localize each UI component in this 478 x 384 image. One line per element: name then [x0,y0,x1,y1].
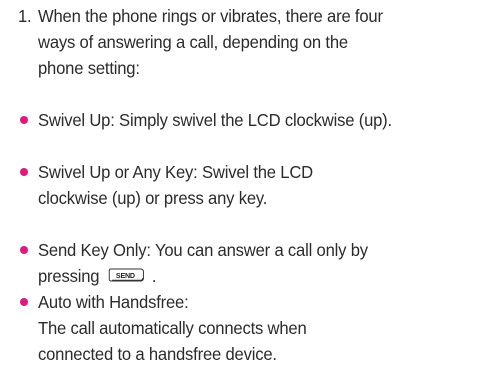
option-send-key-period: . [151,266,157,286]
bullet-icon [20,116,28,124]
option-auto-handsfree-line-2: The call automatically connects when [38,318,307,338]
intro-line-3: phone setting: [38,58,140,78]
send-key-label: SEND [116,271,135,280]
option-swivel-any-key-line-1: Swivel Up or Any Key: Swivel the LCD [38,162,313,182]
option-auto-handsfree-line-1: Auto with Handsfree: [38,292,189,312]
option-send-key-text: pressing [38,266,100,286]
option-swivel-any-key-line-2: clockwise (up) or press any key. [38,188,268,208]
intro-line-1: When the phone rings or vibrates, there … [38,6,383,26]
option-auto-handsfree-line-3: connected to a handsfree device. [38,344,277,364]
option-swivel-up: Swivel Up: Simply swivel the LCD clockwi… [38,110,392,130]
bullet-icon [20,246,28,254]
intro-line-2: ways of answering a call, depending on t… [38,32,348,52]
send-key-icon: SEND [108,268,146,282]
option-send-key-line-1: Send Key Only: You can answer a call onl… [38,240,368,260]
manual-page: 1. When the phone rings or vibrates, the… [0,0,478,384]
bullet-icon [20,168,28,176]
option-send-key-line-2: pressing SEND . [38,264,157,288]
bullet-icon [20,298,28,306]
step-number: 1. [18,6,32,26]
